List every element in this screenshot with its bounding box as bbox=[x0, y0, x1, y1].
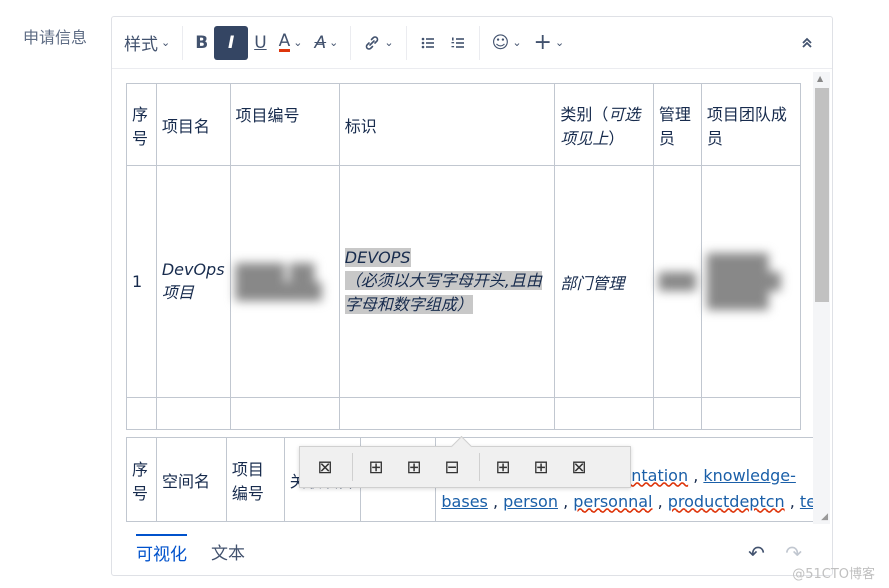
italic-button[interactable]: I bbox=[214, 25, 249, 60]
undo-icon[interactable]: ↶ bbox=[748, 541, 765, 565]
table-cell[interactable]: DevOps项目 bbox=[155, 165, 231, 398]
project-table: 序号 项目名 项目编号 标识 类别（可选项见上） 管理员 项目团队成员 1 De… bbox=[126, 83, 802, 430]
toolbar-divider bbox=[352, 453, 353, 481]
chevron-down-icon: ⌄ bbox=[329, 36, 339, 49]
bullet-list-icon bbox=[421, 37, 434, 48]
style-dropdown[interactable]: 样式 ⌄ bbox=[118, 26, 176, 60]
toolbar-divider bbox=[182, 25, 184, 60]
header-cell[interactable]: 项目编号 bbox=[229, 83, 340, 166]
header-cell[interactable]: 空间名 bbox=[155, 437, 227, 522]
chevron-down-icon: ⌄ bbox=[161, 36, 171, 49]
resize-grip-icon[interactable]: ◢ bbox=[821, 512, 828, 522]
header-cell[interactable]: 项目编号 bbox=[225, 437, 285, 522]
text-color-button[interactable]: A ⌄ bbox=[273, 26, 309, 60]
delete-table-button[interactable]: ⊠ bbox=[308, 453, 342, 481]
table-row: 1 DevOps项目 ████ ██ ███████ DEVOPS （必须以大写… bbox=[126, 165, 802, 398]
header-text: ） bbox=[608, 128, 625, 148]
bold-button[interactable]: B bbox=[189, 26, 214, 60]
clear-format-button[interactable]: A ⌄ bbox=[309, 26, 345, 60]
numbered-list-button[interactable] bbox=[443, 26, 473, 60]
toolbar-divider bbox=[478, 25, 480, 60]
delete-column-button[interactable]: ⊠ bbox=[562, 453, 596, 481]
link[interactable]: personnal bbox=[573, 492, 652, 511]
insert-row-below-button[interactable]: ⊞ bbox=[397, 453, 431, 481]
ident-note: （必须以大写字母开头,且由字母和数字组成） bbox=[344, 271, 542, 314]
scroll-up-icon[interactable]: ▲ bbox=[817, 74, 823, 83]
header-cell[interactable]: 项目名 bbox=[155, 83, 231, 166]
insert-button[interactable]: + ⌄ bbox=[528, 26, 571, 60]
text-color-icon: A bbox=[278, 31, 291, 52]
header-cell[interactable]: 序号 bbox=[126, 437, 157, 522]
chevron-down-icon: ⌄ bbox=[554, 36, 565, 49]
blurred-text: ███ bbox=[658, 272, 696, 291]
clear-format-icon: A bbox=[314, 32, 327, 53]
insert-column-right-button[interactable]: ⊞ bbox=[524, 453, 558, 481]
table-cell[interactable] bbox=[155, 397, 231, 430]
chevrons-up-icon bbox=[802, 37, 812, 48]
emoji-button[interactable]: ☺ ⌄ bbox=[486, 26, 528, 60]
field-label: 申请信息 bbox=[23, 28, 88, 47]
table-row-empty bbox=[126, 397, 802, 430]
underline-button[interactable]: U bbox=[248, 26, 272, 60]
table-floating-toolbar: ⊠ ⊞ ⊞ ⊟ ⊞ ⊞ ⊠ bbox=[299, 435, 631, 488]
ident-text: DEVOPS bbox=[344, 248, 411, 267]
plus-icon: + bbox=[533, 30, 552, 55]
toolbar-divider bbox=[350, 25, 352, 60]
table-cell[interactable] bbox=[126, 397, 157, 430]
header-cell[interactable]: 序号 bbox=[126, 83, 157, 166]
table-cell[interactable]: 部门管理 bbox=[554, 165, 654, 398]
header-cell[interactable]: 管理员 bbox=[652, 83, 702, 166]
emoji-icon: ☺ bbox=[491, 32, 510, 53]
header-cell-category[interactable]: 类别（可选项见上） bbox=[554, 83, 654, 166]
toolbar-divider bbox=[479, 453, 480, 481]
numbered-list-icon bbox=[451, 37, 464, 48]
link[interactable]: knowledge- bbox=[703, 466, 796, 485]
table-cell[interactable]: ███ bbox=[652, 165, 702, 398]
header-cell[interactable]: 标识 bbox=[338, 83, 556, 166]
table-cell[interactable] bbox=[338, 397, 556, 430]
chevron-down-icon: ⌄ bbox=[293, 36, 303, 49]
collapse-toolbar-button[interactable] bbox=[794, 26, 820, 60]
table-cell[interactable]: ████ ██ ███████ bbox=[229, 165, 340, 398]
header-text: 类别（ bbox=[560, 104, 609, 124]
blurred-text: █████ ██████ █████ bbox=[706, 253, 781, 310]
table-cell[interactable] bbox=[652, 397, 702, 430]
watermark: @51CTO博客 bbox=[792, 567, 875, 582]
table-cell[interactable]: █████ ██████ █████ bbox=[700, 165, 802, 398]
scroll-thumb[interactable] bbox=[815, 88, 829, 302]
table-cell[interactable] bbox=[700, 397, 802, 430]
header-cell[interactable]: 项目团队成员 bbox=[700, 83, 802, 166]
toolbar-divider bbox=[405, 25, 407, 60]
insert-column-left-button[interactable]: ⊞ bbox=[486, 453, 520, 481]
link-button[interactable]: ⌄ bbox=[357, 26, 399, 60]
bullet-list-button[interactable] bbox=[413, 26, 443, 60]
link[interactable]: bases bbox=[441, 492, 487, 511]
editor-toolbar: 样式 ⌄ B I U A ⌄ A ⌄ ⌄ ☺ ⌄ + ⌄ bbox=[112, 17, 832, 69]
tab-visual[interactable]: 可视化 bbox=[136, 533, 187, 569]
vertical-scrollbar[interactable]: ▲ ◢ bbox=[813, 72, 830, 524]
link[interactable]: person bbox=[503, 492, 558, 511]
chevron-down-icon: ⌄ bbox=[512, 36, 522, 49]
history-controls: ↶ ↷ bbox=[734, 541, 802, 565]
editor-mode-tabs: 可视化 文本 bbox=[112, 525, 832, 577]
blurred-text: ████ ██ ███████ bbox=[235, 262, 322, 301]
table-cell[interactable] bbox=[229, 397, 340, 430]
style-label: 样式 bbox=[124, 35, 158, 55]
table-header-row: 序号 项目名 项目编号 标识 类别（可选项见上） 管理员 项目团队成员 bbox=[126, 83, 802, 166]
tab-text[interactable]: 文本 bbox=[211, 535, 245, 568]
rich-text-editor[interactable]: 样式 ⌄ B I U A ⌄ A ⌄ ⌄ ☺ ⌄ + ⌄ 序号 项目名 项目编号… bbox=[111, 16, 833, 576]
table-cell[interactable] bbox=[554, 397, 654, 430]
redo-icon[interactable]: ↷ bbox=[785, 541, 802, 565]
link-icon bbox=[366, 35, 379, 50]
table-cell-ident[interactable]: DEVOPS （必须以大写字母开头,且由字母和数字组成） bbox=[338, 165, 556, 398]
chevron-down-icon: ⌄ bbox=[384, 36, 394, 49]
insert-row-above-button[interactable]: ⊞ bbox=[359, 453, 393, 481]
table-cell[interactable]: 1 bbox=[126, 165, 157, 398]
delete-row-button[interactable]: ⊟ bbox=[435, 453, 469, 481]
link[interactable]: productdeptcn bbox=[668, 492, 785, 511]
